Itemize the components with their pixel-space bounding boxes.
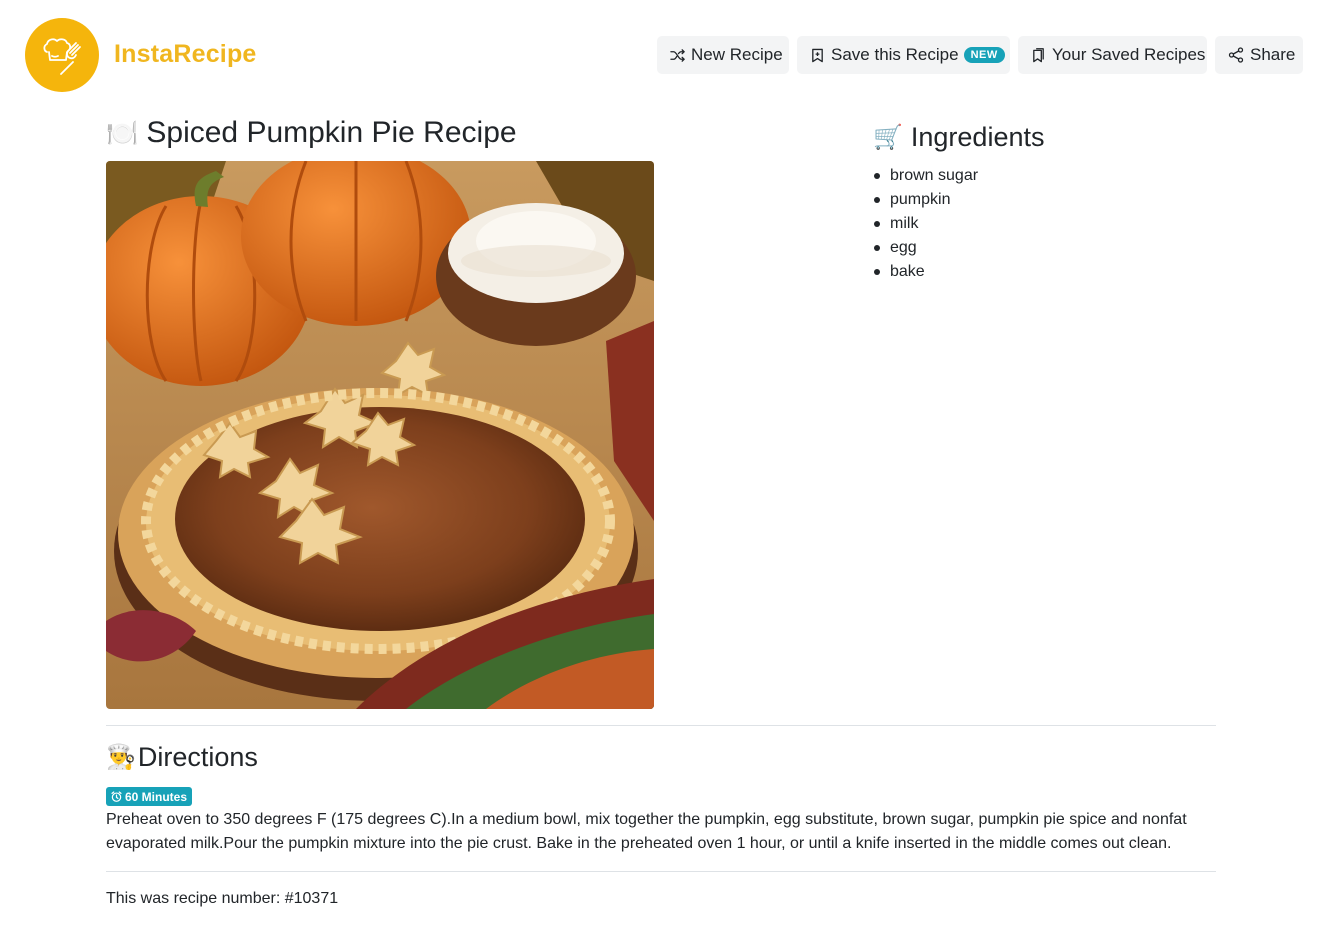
chef-icon: 👨‍🍳 (106, 744, 136, 771)
divider (106, 871, 1216, 872)
ingredient-item: pumpkin (873, 188, 978, 212)
chef-hat-logo-icon (43, 38, 81, 75)
bookmarks-icon (1031, 47, 1046, 63)
plate-icon: 🍽️ (106, 117, 139, 148)
time-label: 60 Minutes (125, 789, 188, 804)
new-recipe-button[interactable]: New Recipe (657, 36, 789, 74)
ingredient-item: bake (873, 260, 978, 284)
cart-icon: 🛒 (873, 124, 903, 151)
directions-heading-text: Directions (137, 742, 258, 772)
time-badge: 60 Minutes (106, 787, 193, 806)
directions-heading: 👨‍🍳 Directions (106, 742, 258, 773)
new-badge: NEW (963, 47, 1005, 63)
recipe-title-text: Spiced Pumpkin Pie Recipe (146, 116, 517, 149)
saved-recipes-label: Your Saved Recipes (1052, 45, 1206, 64)
ingredient-item: egg (873, 236, 978, 260)
recipe-number: This was recipe number: #10371 (106, 890, 339, 907)
save-recipe-label: Save this Recipe (831, 45, 959, 64)
share-icon (1228, 47, 1244, 63)
share-label: Share (1250, 45, 1296, 64)
shuffle-icon (670, 48, 685, 63)
recipe-image (106, 161, 654, 709)
ingredients-heading: 🛒 Ingredients (873, 122, 1044, 153)
logo[interactable] (25, 18, 99, 92)
bookmark-plus-icon (810, 48, 825, 63)
ingredients-heading-text: Ingredients (910, 122, 1045, 152)
alarm-clock-icon (111, 791, 122, 802)
directions-text: Preheat oven to 350 degrees F (175 degre… (106, 811, 1187, 852)
share-button[interactable]: Share (1215, 36, 1303, 74)
brand-name[interactable]: InstaRecipe (114, 40, 257, 69)
save-recipe-button[interactable]: Save this Recipe NEW (797, 36, 1010, 74)
recipe-title: 🍽️ Spiced Pumpkin Pie Recipe (106, 116, 517, 150)
divider (106, 725, 1216, 726)
saved-recipes-button[interactable]: Your Saved Recipes (1018, 36, 1207, 74)
ingredients-list: brown sugar pumpkin milk egg bake (873, 164, 978, 284)
ingredient-item: milk (873, 212, 978, 236)
ingredient-item: brown sugar (873, 164, 978, 188)
new-recipe-label: New Recipe (691, 45, 783, 64)
